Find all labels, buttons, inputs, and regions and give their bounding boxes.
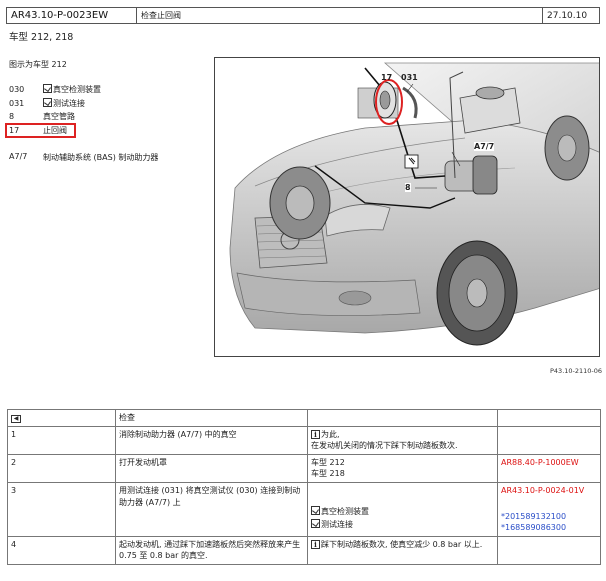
steps-table: ◀ 检查 1 消除制动助力器 (A7/7) 中的真空 i 为此, 在发动机关闭的情… xyxy=(7,409,601,565)
note-text: 真空检测装置 xyxy=(321,506,369,516)
step-action: 起动发动机, 通过踩下加速踏板然后突然释放来产生 0.75 至 0.8 bar … xyxy=(115,535,308,565)
model-line: 车型 212, 218 xyxy=(9,32,74,43)
step-num: 3 xyxy=(7,481,116,537)
note-text: 测试连接 xyxy=(321,519,353,529)
step-notes: 车型 212 车型 218 xyxy=(307,453,498,483)
callout-8: 8 xyxy=(405,183,411,192)
doc-title: 检查止回阀 xyxy=(137,8,543,23)
step-ref-link[interactable]: AR43.10-P-0024-01V xyxy=(501,485,597,497)
step-action: 用测试连接 (031) 将真空测试仪 (030) 连接到制动助力器 (A7/7)… xyxy=(115,481,308,537)
component-label: 制动辅助系统 (BAS) 制动助力器 xyxy=(43,153,159,162)
legend-item: 8 真空管路 xyxy=(9,110,101,124)
legend-num: 8 xyxy=(9,112,15,122)
info-icon: i xyxy=(311,539,320,549)
table-row: 2 打开发动机罩 车型 212 车型 218 AR88.40-P-1000EW xyxy=(7,453,601,483)
document-header: AR43.10-P-0023EW 检查止回阀 27.10.10 xyxy=(6,7,600,24)
info-icon: i xyxy=(311,429,320,439)
step-ref xyxy=(497,425,601,455)
table-header-row: ◀ 检查 xyxy=(7,409,601,427)
step-num: 1 xyxy=(7,425,116,455)
tool-ref-link[interactable]: *201589132100 xyxy=(501,511,597,523)
header-label: 检查 xyxy=(115,409,308,427)
step-action: 消除制动助力器 (A7/7) 中的真空 xyxy=(115,425,308,455)
step-ref-link[interactable]: AR88.40-P-1000EW xyxy=(497,453,601,483)
tool-icon xyxy=(311,518,320,528)
legend-item: 030 真空检测装置 xyxy=(9,83,101,97)
component-line: A7/7 制动辅助系统 (BAS) 制动助力器 xyxy=(9,152,158,163)
legend-label: 真空检测装置 xyxy=(53,85,101,95)
table-row: 3 用测试连接 (031) 将真空测试仪 (030) 连接到制动助力器 (A7/… xyxy=(7,481,601,537)
callout-031: 031 xyxy=(401,73,418,82)
legend-list: 030 真空检测装置 031 测试连接 8 真空管路 17 止回阀 xyxy=(5,83,101,138)
legend-label: 真空管路 xyxy=(43,112,75,122)
legend-label: 测试连接 xyxy=(53,98,85,108)
doc-code: AR43.10-P-0023EW xyxy=(7,8,137,23)
step-num: 2 xyxy=(7,453,116,483)
header-icon-cell: ◀ xyxy=(7,409,116,427)
table-row: 4 起动发动机, 通过踩下加速踏板然后突然释放来产生 0.75 至 0.8 ba… xyxy=(7,535,601,565)
step-notes: 真空检测装置 测试连接 xyxy=(307,481,498,537)
tool-icon xyxy=(311,505,320,515)
legend-item-highlighted: 17 止回阀 xyxy=(5,122,101,138)
note-text: 车型 218 xyxy=(311,469,345,479)
step-icon: ◀ xyxy=(11,415,21,423)
note-text: 踩下制动踏板数次, 使真空减少 0.8 bar 以上. xyxy=(321,539,483,549)
tool-ref-link[interactable]: *168589086300 xyxy=(501,522,597,534)
note-text: 在发动机关闭的情况下踩下制动踏板数次. xyxy=(311,441,458,451)
callout-17: 17 xyxy=(381,73,393,82)
figure-caption: 图示为车型 212 xyxy=(9,60,67,69)
step-notes: i 踩下制动踏板数次, 使真空减少 0.8 bar 以上. xyxy=(307,535,498,565)
step-ref-cell: AR43.10-P-0024-01V *201589132100 *168589… xyxy=(497,481,601,537)
legend-item: 031 测试连接 xyxy=(9,97,101,111)
legend-num: 030 xyxy=(9,85,25,95)
step-num: 4 xyxy=(7,535,116,565)
callout-a7-7: A7/7 xyxy=(474,142,495,151)
step-ref xyxy=(497,535,601,565)
step-action: 打开发动机罩 xyxy=(115,453,308,483)
step-notes: i 为此, 在发动机关闭的情况下踩下制动踏板数次. xyxy=(307,425,498,455)
tool-icon xyxy=(43,97,52,107)
note-text: 为此, xyxy=(321,429,340,439)
component-num: A7/7 xyxy=(9,152,28,161)
car-drawing xyxy=(229,62,599,346)
table-row: 1 消除制动助力器 (A7/7) 中的真空 i 为此, 在发动机关闭的情况下踩下制… xyxy=(7,425,601,455)
illustration-ref: P43.10-2110-06 xyxy=(550,367,603,375)
legend-num: 031 xyxy=(9,98,25,108)
note-text: 车型 212 xyxy=(311,457,345,467)
car-illustration: 17 031 A7/7 8 xyxy=(214,57,600,357)
highlight-box xyxy=(5,122,76,138)
doc-date: 27.10.10 xyxy=(547,10,588,21)
tool-icon xyxy=(43,84,52,94)
